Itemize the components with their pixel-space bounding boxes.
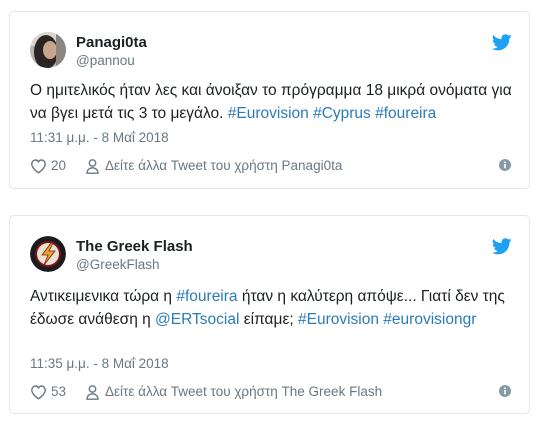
like-count: 53: [51, 384, 67, 399]
info-icon[interactable]: [499, 385, 511, 400]
view-profile-link[interactable]: Δείτε άλλα Tweet του χρήστη The Greek Fl…: [86, 382, 382, 402]
hashtag-link[interactable]: #foureira: [176, 288, 237, 305]
person-icon: [86, 158, 99, 174]
hashtag-link[interactable]: #eurovisiongr: [383, 311, 476, 328]
tweet-actions: 20 Δείτε άλλα Tweet του χρήστη Panagi0ta: [30, 156, 511, 176]
avatar[interactable]: [30, 32, 66, 68]
tweet-text-segment: Αντικειμενικα τώρα η: [30, 288, 177, 305]
avatar[interactable]: [30, 236, 66, 272]
like-count: 20: [51, 158, 67, 173]
view-profile-text: Δείτε άλλα Tweet του χρήστη Panagi0ta: [105, 158, 343, 173]
tweet-text-segment: είπαμε;: [239, 310, 298, 328]
user-handle[interactable]: @GreekFlash: [76, 257, 159, 272]
heart-icon: [31, 159, 46, 174]
tweet-card: The Greek Flash @GreekFlash Αντικειμενικ…: [9, 215, 530, 414]
tweet-actions: 53 Δείτε άλλα Tweet του χρήστη The Greek…: [30, 382, 511, 402]
mention-link[interactable]: @ERTsocial: [155, 311, 239, 328]
twitter-bird-icon[interactable]: [491, 34, 512, 56]
info-icon[interactable]: [499, 159, 511, 174]
tweet-text: Ο ημιτελικός ήταν λες και άνοιξαν το πρό…: [30, 80, 520, 125]
display-name[interactable]: The Greek Flash: [76, 238, 193, 255]
tweet-text: Αντικειμενικα τώρα η #foureira ήταν η κα…: [30, 286, 520, 331]
twitter-bird-icon[interactable]: [491, 238, 512, 260]
person-icon: [86, 384, 99, 400]
view-profile-text: Δείτε άλλα Tweet του χρήστη The Greek Fl…: [105, 384, 383, 399]
timestamp[interactable]: 11:35 μ.μ. - 8 Μαΐ 2018: [30, 356, 169, 371]
hashtag-link[interactable]: #foureira: [375, 105, 436, 122]
hashtag-link[interactable]: #Eurovision: [228, 105, 309, 122]
like-button[interactable]: 53: [30, 382, 66, 402]
tweet-card: Panagi0ta @pannou Ο ημιτελικός ήταν λες …: [9, 11, 530, 189]
display-name[interactable]: Panagi0ta: [76, 34, 147, 51]
timestamp[interactable]: 11:31 μ.μ. - 8 Μαΐ 2018: [30, 130, 169, 145]
hashtag-link[interactable]: #Cyprus: [313, 105, 371, 122]
user-handle[interactable]: @pannou: [76, 53, 135, 68]
heart-icon: [31, 385, 46, 400]
like-button[interactable]: 20: [30, 156, 66, 176]
view-profile-link[interactable]: Δείτε άλλα Tweet του χρήστη Panagi0ta: [86, 156, 342, 176]
hashtag-link[interactable]: #Eurovision: [298, 311, 379, 328]
